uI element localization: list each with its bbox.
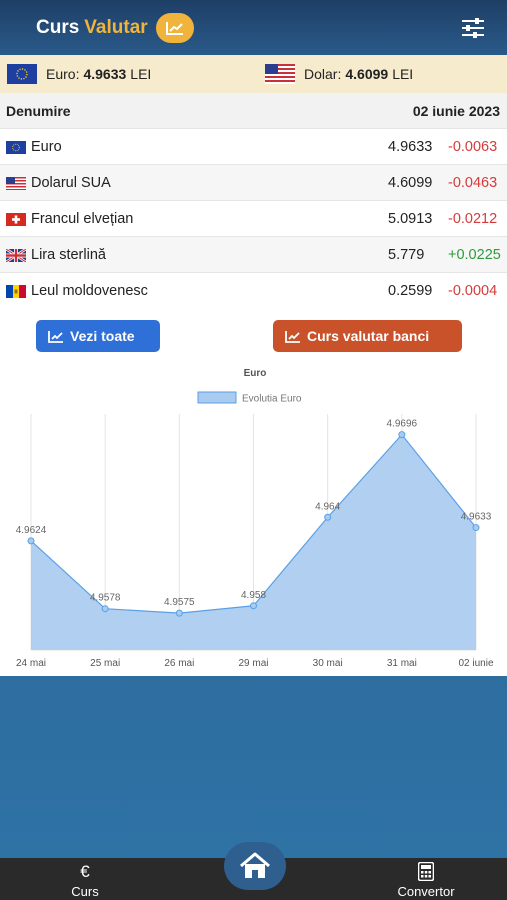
gb-flag-icon [6,249,26,262]
data-point [324,513,332,521]
currency-change: -0.0004 [448,282,498,299]
currency-change: -0.0463 [448,174,498,191]
dolar-rate-summary: Dolar: 4.6099 LEI [265,64,413,84]
x-tick-label: 25 mai [90,658,120,669]
vezi-toate-label: Vezi toate [70,328,135,344]
data-label: 4.9633 [461,512,492,523]
currency-name: Lira sterlină [31,246,106,263]
currency-value: 0.2599 [388,282,433,299]
euro-rate-summary: Euro: 4.9633 LEI [7,64,151,84]
app-logo-primary: Curs [36,16,80,38]
vezi-toate-button[interactable]: Vezi toate [36,320,160,352]
app-logo-secondary: Valutar [84,16,148,38]
data-label: 4.9575 [164,597,195,608]
data-point [250,602,257,610]
chart-line-icon [285,330,300,343]
calculator-icon [417,861,435,884]
data-point [472,524,480,532]
curs-banci-button[interactable]: Curs valutar banci [273,320,462,352]
table-header: Denumire 02 iunie 2023 [0,93,507,128]
column-header-name: Denumire [6,102,71,119]
data-point [398,431,406,439]
legend-label: Evolutia Euro [242,394,302,405]
nav-convertor[interactable]: Convertor [386,861,466,899]
settings-sliders-icon[interactable] [461,17,485,39]
data-label: 4.9696 [387,419,418,430]
currency-value: 4.9633 [388,138,433,155]
currency-name: Francul elvețian [31,210,134,227]
currency-change: -0.0212 [448,210,498,227]
currency-change: +0.0225 [448,246,501,263]
euro-icon: € [80,862,90,881]
currency-name: Dolarul SUA [31,174,111,191]
x-tick-label: 30 mai [313,658,343,669]
table-row[interactable]: Dolarul SUA 4.6099 -0.0463 [0,164,507,200]
x-tick-label: 24 mai [16,658,46,669]
x-tick-label: 31 mai [387,658,417,669]
currency-name: Euro [31,138,62,155]
eu-flag-icon [7,64,37,84]
data-label: 4.9624 [16,525,47,536]
euro-value: 4.9633 [83,66,127,82]
data-point [175,609,183,617]
us-flag-icon [6,177,26,190]
rate-summary-bar: Euro: 4.9633 LEI Dolar: 4.6099 LEI [0,55,507,93]
curs-banci-label: Curs valutar banci [307,328,430,344]
chart-panel: Vezi toate Curs valutar banci Euro Evolu… [0,306,507,676]
chart-line-icon [48,330,63,343]
md-flag-icon [6,285,26,298]
data-label: 4.9578 [90,593,121,604]
currency-value: 5.0913 [388,210,433,227]
currency-value: 5.779 [388,246,425,263]
home-button[interactable] [224,842,286,890]
nav-curs-label: Curs [71,884,99,899]
eu-flag-icon [6,141,26,154]
data-label: 4.958 [241,590,266,601]
ch-flag-icon [6,213,26,226]
dolar-value: 4.6099 [345,66,389,82]
table-row[interactable]: Euro 4.9633 -0.0063 [0,128,507,164]
x-tick-label: 02 iunie [458,658,493,669]
euro-evolution-chart: Euro Evolutia Euro 4.9624 24 mai 4.9578 25 … [16,368,494,669]
data-point [101,605,109,613]
chart-title: Euro [244,368,267,379]
currency-value: 4.6099 [388,174,433,191]
table-row[interactable]: Lira sterlină 5.779 +0.0225 [0,236,507,272]
euro-unit: LEI [130,66,152,82]
x-tick-label: 26 mai [164,658,194,669]
data-point [27,537,35,545]
column-header-date: 02 iunie 2023 [412,102,500,119]
legend-swatch [197,391,237,404]
table-row[interactable]: Leul moldovenesc 0.2599 -0.0004 [0,272,507,308]
x-tick-label: 29 mai [238,658,268,669]
us-flag-icon [265,64,295,84]
nav-curs[interactable]: € Curs [65,862,105,899]
home-icon [240,852,270,878]
table-row[interactable]: Francul elvețian 5.0913 -0.0212 [0,200,507,236]
chart-trend-icon [155,12,194,43]
euro-label: Euro: [46,66,80,82]
nav-convertor-label: Convertor [397,884,455,899]
currency-change: -0.0063 [448,138,498,155]
dolar-label: Dolar: [304,66,342,82]
data-label: 4.964 [315,501,340,512]
dolar-unit: LEI [392,66,414,82]
currency-table: Denumire 02 iunie 2023 Euro 4.9633 -0.00… [0,93,507,308]
app-header: Curs Valutar [0,0,507,55]
currency-name: Leul moldovenesc [31,282,148,299]
